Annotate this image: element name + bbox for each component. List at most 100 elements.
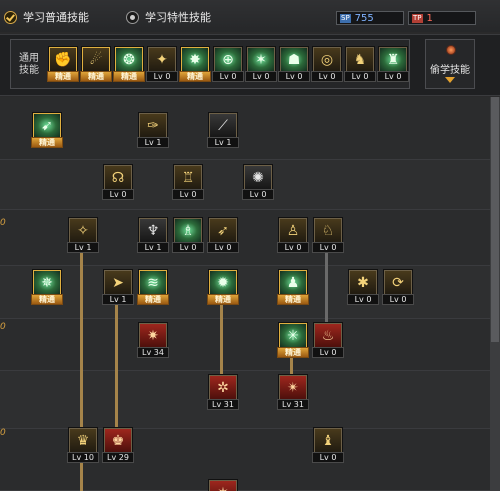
skill-level-label: Lv 1 — [137, 137, 169, 148]
skill-slot[interactable]: ➤ Lv 1 — [102, 269, 134, 305]
row-level-number: 0 — [0, 218, 6, 228]
skill-level-label: Lv 34 — [137, 347, 169, 358]
nova-icon: ✹ — [208, 269, 238, 296]
skill-level-label: Lv 0 — [312, 242, 344, 253]
sp-value: 755 — [354, 12, 374, 24]
skill-slot[interactable]: ☊ Lv 0 — [102, 164, 134, 200]
skill-level-label: Lv 10 — [67, 452, 99, 463]
sp-tag: SP — [340, 13, 351, 23]
storm-icon: ✳ — [278, 322, 308, 349]
skill-level-label: Lv 0 — [311, 71, 343, 82]
skill-slot[interactable]: ✶ — [208, 479, 238, 491]
skill-slot[interactable]: ✊ 精通 — [47, 46, 79, 82]
skill-slot[interactable]: ◎ Lv 0 — [311, 46, 343, 82]
squat-icon: ♙ — [278, 217, 308, 244]
skill-slot[interactable]: ⟳ Lv 0 — [382, 269, 414, 305]
dropdown-arrow-icon[interactable] — [445, 77, 455, 83]
skill-slot[interactable]: ♜ Lv 0 — [377, 46, 409, 82]
radio-icon[interactable] — [126, 10, 139, 24]
skill-slot[interactable]: ✱ Lv 0 — [347, 269, 379, 305]
skill-slot[interactable]: ☄ 精通 — [80, 46, 112, 82]
skill-slot[interactable]: ✳ 精通 — [277, 322, 309, 358]
skill-slot[interactable]: ✑ Lv 1 — [137, 112, 169, 148]
skill-slot[interactable]: ♗ Lv 0 — [172, 217, 204, 253]
skill-slot[interactable]: ✷ Lv 34 — [137, 322, 169, 358]
skill-slot[interactable]: ♨ Lv 0 — [312, 322, 344, 358]
wave-icon: ≋ — [138, 269, 168, 296]
tab-learn-normal-label: 学习普通技能 — [23, 11, 89, 24]
scrollbar-thumb[interactable] — [491, 97, 499, 342]
skill-slot[interactable]: ✲ Lv 31 — [207, 374, 239, 410]
skill-slot[interactable]: ⟋ Lv 1 — [207, 112, 239, 148]
skill-slot[interactable]: ♙ Lv 0 — [277, 217, 309, 253]
tree-connector — [220, 302, 223, 382]
crouch-fighter-icon: ☗ — [279, 46, 309, 73]
burst-icon: ✸ — [180, 46, 210, 73]
skill-level-label: Lv 0 — [312, 452, 344, 463]
skill-slot[interactable]: ♚ Lv 29 — [102, 427, 134, 463]
common-skills-label: 通用技能 — [19, 53, 39, 76]
slam-icon: ♜ — [378, 46, 408, 73]
throw-icon: ⟋ — [208, 112, 238, 139]
brawl-icon: ♚ — [103, 427, 133, 454]
wings-icon: ✦ — [147, 46, 177, 73]
steal-skill-label: 偷学技能 — [430, 65, 470, 76]
skill-slot[interactable]: ☗ Lv 0 — [278, 46, 310, 82]
skill-slot[interactable]: ✹ 精通 — [207, 269, 239, 305]
muscle-icon: ♞ — [345, 46, 375, 73]
tree-row — [0, 371, 490, 429]
tp-value: 1 — [426, 12, 433, 24]
skill-slot[interactable]: ➶ Lv 0 — [207, 217, 239, 253]
skill-level-label: Lv 31 — [207, 399, 239, 410]
swirl-icon: ◎ — [312, 46, 342, 73]
crouch-icon: ☄ — [81, 46, 111, 73]
body-icon: ♗ — [173, 217, 203, 244]
whirl-icon: ♆ — [138, 217, 168, 244]
spin-icon: ☊ — [103, 164, 133, 191]
steal-skill-button[interactable]: 偷学技能 — [425, 39, 475, 89]
tab-learn-normal-skills[interactable]: 学习普通技能 — [4, 9, 89, 25]
skill-level-label: Lv 0 — [207, 242, 239, 253]
check-radio-icon[interactable] — [4, 10, 17, 24]
skill-level-label: Lv 0 — [382, 294, 414, 305]
skill-level-label: 精通 — [137, 294, 169, 305]
skill-slot[interactable]: ✸ 精通 — [179, 46, 211, 82]
skill-slot[interactable]: ✶ Lv 0 — [245, 46, 277, 82]
strike-icon: ✶ — [246, 46, 276, 73]
skill-slot[interactable]: ✧ Lv 1 — [67, 217, 99, 253]
tab-learn-trait-label: 学习特性技能 — [145, 11, 211, 24]
skill-slot[interactable]: ✵ 精通 — [31, 269, 63, 305]
skill-slot[interactable]: ❂ 精通 — [113, 46, 145, 82]
skill-slot[interactable]: ♞ Lv 0 — [344, 46, 376, 82]
skill-level-label: Lv 1 — [67, 242, 99, 253]
skill-level-label: Lv 0 — [172, 242, 204, 253]
skill-level-label: Lv 31 — [277, 399, 309, 410]
explode-icon: ✲ — [208, 374, 238, 401]
skill-level-label: Lv 0 — [242, 189, 274, 200]
skill-slot[interactable]: ♘ Lv 0 — [312, 217, 344, 253]
ring-icon: ⟳ — [383, 269, 413, 296]
tab-learn-trait-skills[interactable]: 学习特性技能 — [126, 9, 211, 25]
skill-level-label: Lv 29 — [102, 452, 134, 463]
tree-connector — [325, 247, 328, 322]
skill-slot[interactable]: ➹ 精通 — [31, 112, 63, 148]
partial-icon: ✶ — [208, 479, 238, 491]
skill-slot[interactable]: ♆ Lv 1 — [137, 217, 169, 253]
skill-slot[interactable]: ✦ Lv 0 — [146, 46, 178, 82]
skill-slot[interactable]: ♛ Lv 10 — [67, 427, 99, 463]
top-bar: 学习普通技能 学习特性技能 SP 755 TP 1 — [0, 0, 500, 32]
martial-icon: ✊ — [48, 46, 78, 73]
skill-slot[interactable]: ✴ Lv 31 — [277, 374, 309, 410]
skill-level-label: 精通 — [277, 347, 309, 358]
skill-slot[interactable]: ⊕ Lv 0 — [212, 46, 244, 82]
skill-slot[interactable]: ≋ 精通 — [137, 269, 169, 305]
crush-icon: ✴ — [278, 374, 308, 401]
rage-icon: ♨ — [313, 322, 343, 349]
skill-slot[interactable]: ♟ 精通 — [277, 269, 309, 305]
skill-level-label: 精通 — [207, 294, 239, 305]
skill-slot[interactable]: ✺ Lv 0 — [242, 164, 274, 200]
skill-slot[interactable]: ♖ Lv 0 — [172, 164, 204, 200]
kick-icon: ✑ — [138, 112, 168, 139]
skill-slot[interactable]: ♝ Lv 0 — [312, 427, 344, 463]
skill-level-label: 精通 — [113, 71, 145, 82]
